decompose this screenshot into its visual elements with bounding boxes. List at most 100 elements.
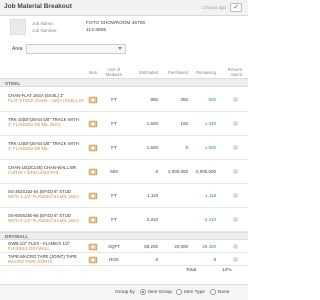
col-item: Item xyxy=(88,70,98,75)
group-by-label: Group by xyxy=(115,290,135,295)
percent-indicator xyxy=(233,244,238,249)
item-description: SS-362S162-54 (EF43) 6" STUD WITH 1-1/2"… xyxy=(8,189,88,199)
table-row[interactable]: SS-362S162-54 (EF43) 6" STUD WITH 1-1/2"… xyxy=(0,184,248,208)
material-icon[interactable] xyxy=(88,167,98,177)
total-label: Total xyxy=(186,268,197,273)
table-row[interactable]: TRK-14(EF)20-54 5/8" TRACK WITH 1" FLANG… xyxy=(0,136,248,160)
job-number-label: Job Number: xyxy=(32,28,58,33)
item-subtitle: 1" FLANGES 5/8 MIL xyxy=(8,146,49,152)
material-icon[interactable] xyxy=(88,191,98,201)
uom-cell: FT xyxy=(111,193,117,198)
radio-item-group[interactable] xyxy=(140,289,146,295)
area-select[interactable] xyxy=(26,44,126,54)
percent-indicator xyxy=(233,217,238,222)
item-description: CHAN-15(DCL65) CHAN-WALL BR CURVE I 3/4I… xyxy=(8,165,88,175)
purchased-cell: 20,000 xyxy=(174,244,188,249)
item-description: SS-600S250-68 (EF43) 6" STUD WITH 1-1/2"… xyxy=(8,213,88,223)
col-purchased: Purchased xyxy=(167,70,188,75)
radio-item-type[interactable] xyxy=(176,289,182,295)
item-subtitle: MACRO TAPE JOINTS xyxy=(8,259,53,265)
table-row[interactable]: CHAN-15(DCL65) CHAN-WALL BR CURVE I 3/4I… xyxy=(0,160,248,184)
total-value: 12% xyxy=(222,268,232,273)
uom-cell: MM xyxy=(110,169,118,174)
saved-status: 3 hours ago xyxy=(202,5,226,10)
job-name-label: Job Name: xyxy=(32,21,54,26)
uom-cell: SQFT xyxy=(108,244,120,249)
item-description: CHAN-FLAT 16GA (5X4IL) 2" FLAT STOCK CHA… xyxy=(8,93,88,103)
remaining-cell: 39,400 xyxy=(202,244,216,249)
purchased-cell: 350 xyxy=(180,97,188,102)
section-label: STEEL xyxy=(5,81,21,86)
item-subtitle: FLEXIBLE DRYWALL xyxy=(8,246,50,252)
table-row[interactable]: CHAN-FLAT 16GA (5X4IL) 2" FLAT STOCK CHA… xyxy=(0,88,248,112)
uom-cell: FT xyxy=(111,97,117,102)
uom-cell: FT xyxy=(111,121,117,126)
chevron-down-icon[interactable] xyxy=(118,47,122,50)
percent-indicator xyxy=(233,121,238,126)
item-subtitle: CURVE I 3/4IN LENGTHS xyxy=(8,170,59,176)
material-icon[interactable] xyxy=(88,95,98,105)
estimated-cell: 950 xyxy=(150,97,158,102)
radio-none-label[interactable]: None xyxy=(218,290,229,295)
material-icon[interactable] xyxy=(88,242,98,252)
purchased-cell: 150 xyxy=(180,121,188,126)
group-by-bar: Group by Item Group Item Type None xyxy=(0,284,248,300)
remaining-cell: 0 xyxy=(213,257,216,262)
radio-item-group-label[interactable]: Item Group xyxy=(148,290,172,295)
estimated-cell: 2,310 xyxy=(146,217,158,222)
area-label: Area xyxy=(12,46,23,52)
uom-cell: FT xyxy=(111,145,117,150)
estimated-cell: 0 xyxy=(155,169,158,174)
item-subtitle: WITH 1-1/2" FLANGES 54 MIL 16GA xyxy=(8,194,80,200)
uom-cell: ROS xyxy=(109,257,119,262)
table-row[interactable]: TRK-10(EF)25-54 5/8" TRACK WITH 1" FLANG… xyxy=(0,112,248,136)
section-label: DRYWALL xyxy=(5,234,29,239)
remaining-cell: 600 xyxy=(208,97,216,102)
remaining-cell: 1,500 xyxy=(204,145,216,150)
uom-cell: FT xyxy=(111,217,117,222)
percent-indicator xyxy=(233,257,238,262)
estimated-cell: 0 xyxy=(155,257,158,262)
purchased-cell: 0 xyxy=(185,145,188,150)
area-filter: Area xyxy=(0,42,248,56)
job-thumbnail xyxy=(10,19,26,35)
material-icon[interactable] xyxy=(88,255,98,265)
remaining-cell: -2,000,000 xyxy=(194,169,216,174)
job-name-value: FOTO SHOWROOM 46706 xyxy=(86,21,146,26)
job-number-value: J13-3806 xyxy=(86,28,107,33)
table-row[interactable]: SS-600S250-68 (EF43) 6" STUD WITH 1-1/2"… xyxy=(0,208,248,232)
col-uom: Unit of Measure xyxy=(105,67,123,77)
percent-indicator xyxy=(233,169,238,174)
radio-none[interactable] xyxy=(210,289,216,295)
section-header: DRYWALL xyxy=(0,232,248,240)
col-percent: Percent Spent xyxy=(227,67,242,77)
item-subtitle: 1" FLANGES 5/8 MIL 25GA xyxy=(8,122,61,128)
item-description: TRK-10(EF)25-54 5/8" TRACK WITH 1" FLANG… xyxy=(8,117,88,127)
table-row[interactable]: GWB-1/2" FLEX - FLAME/X 1/2" FLEXIBLE DR… xyxy=(0,240,248,253)
title-bar: Job Material Breakout 3 hours ago ✓ xyxy=(0,0,248,16)
material-icon[interactable] xyxy=(88,143,98,153)
item-description: GWB-1/2" FLEX - FLAME/X 1/2" FLEXIBLE DR… xyxy=(8,241,88,251)
item-description: TAPE-MACRO TAPE (JOINT) TAPE MACRO TAPE … xyxy=(8,254,88,264)
percent-indicator xyxy=(233,97,238,102)
radio-item-type-label[interactable]: Item Type xyxy=(184,290,205,295)
remaining-cell: 2,310 xyxy=(204,217,216,222)
estimated-cell: 1,500 xyxy=(146,145,158,150)
col-remaining: Remaining xyxy=(195,70,216,75)
material-icon[interactable] xyxy=(88,215,98,225)
remaining-cell: 1,349 xyxy=(204,121,216,126)
table-row[interactable]: TAPE-MACRO TAPE (JOINT) TAPE MACRO TAPE … xyxy=(0,253,248,266)
estimated-cell: 59,200 xyxy=(144,244,158,249)
check-icon[interactable]: ✓ xyxy=(230,3,242,12)
page-title: Job Material Breakout xyxy=(4,3,72,10)
item-description: TRK-14(EF)20-54 5/8" TRACK WITH 1" FLANG… xyxy=(8,141,88,151)
col-estimated: Estimated xyxy=(139,70,158,75)
estimated-cell: 1,500 xyxy=(146,121,158,126)
job-info: Job Name: FOTO SHOWROOM 46706 Job Number… xyxy=(0,17,248,38)
item-subtitle: WITH 1-1/2" FLANGES 54 MIL 16GA xyxy=(8,218,80,224)
estimated-cell: 1,118 xyxy=(147,193,158,198)
material-icon[interactable] xyxy=(88,119,98,129)
percent-indicator xyxy=(233,145,238,150)
total-row: Total 12% xyxy=(0,266,248,276)
remaining-cell: 1,118 xyxy=(205,193,216,198)
